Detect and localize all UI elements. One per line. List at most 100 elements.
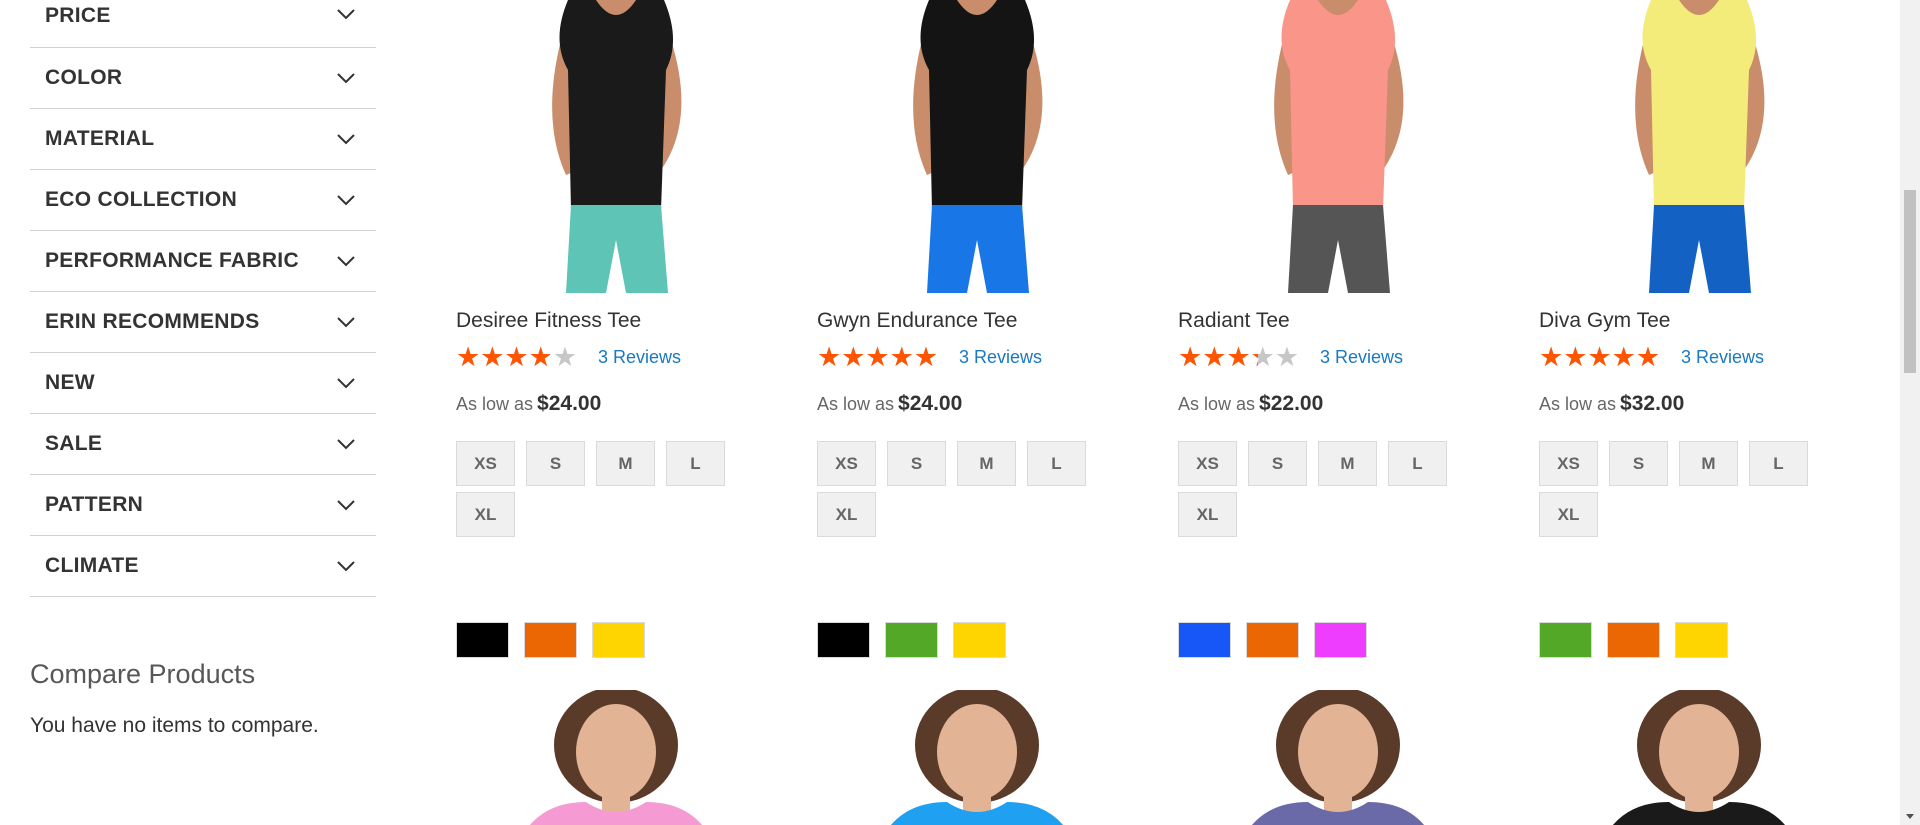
price-row: As low as $32.00 bbox=[1539, 392, 1859, 416]
filter-label: PERFORMANCE FABRIC bbox=[45, 249, 299, 272]
color-swatch[interactable] bbox=[1246, 622, 1299, 658]
size-option-xs[interactable]: XS bbox=[817, 441, 876, 486]
price-row: As low as $24.00 bbox=[456, 392, 776, 416]
reviews-link[interactable]: 3 Reviews bbox=[598, 347, 681, 368]
filter-sale[interactable]: SALE bbox=[30, 414, 376, 475]
color-swatches bbox=[456, 622, 660, 658]
product-card bbox=[1178, 690, 1498, 825]
filter-color[interactable]: COLOR bbox=[30, 48, 376, 109]
product-card: Radiant Tee ★★★★★★★★★★ 3 Reviews As low as$… bbox=[1178, 0, 1498, 658]
product-card: Diva Gym Tee ★★★★★ ★★★★★ 3 Reviews As low as… bbox=[1539, 0, 1859, 658]
color-swatch[interactable] bbox=[817, 622, 870, 658]
color-swatch[interactable] bbox=[456, 622, 509, 658]
size-option-l[interactable]: L bbox=[1027, 441, 1086, 486]
filter-label: ECO COLLECTION bbox=[45, 188, 238, 211]
filter-erin-recommends[interactable]: ERIN RECOMMENDS bbox=[30, 292, 376, 353]
product-image[interactable] bbox=[456, 0, 776, 293]
rating-stars: ★★★★★★★★★★ bbox=[817, 344, 951, 371]
color-swatch[interactable] bbox=[1539, 622, 1592, 658]
compare-products-title: Compare Products bbox=[30, 659, 256, 689]
filter-material[interactable]: MATERIAL bbox=[30, 109, 376, 170]
size-options: XS S M L XL bbox=[456, 441, 746, 543]
page-scrollbar[interactable] bbox=[1900, 0, 1920, 825]
price: $24.00 bbox=[898, 392, 963, 415]
filter-climate[interactable]: CLIMATE bbox=[30, 536, 376, 597]
filter-price[interactable]: PRICE bbox=[30, 0, 376, 48]
chevron-down-icon bbox=[336, 129, 356, 149]
product-image[interactable] bbox=[817, 0, 1137, 293]
price: $24.00 bbox=[537, 392, 602, 415]
star-filled-icon: ★★★★★ bbox=[1178, 344, 1258, 370]
filter-label: CLIMATE bbox=[45, 554, 139, 577]
product-image[interactable] bbox=[817, 690, 1137, 825]
price-prefix: As low as bbox=[817, 394, 895, 414]
filter-label: NEW bbox=[45, 371, 95, 394]
size-option-m[interactable]: M bbox=[1318, 441, 1377, 486]
color-swatch[interactable] bbox=[1607, 622, 1660, 658]
reviews-link[interactable]: 3 Reviews bbox=[959, 347, 1042, 368]
color-swatch[interactable] bbox=[524, 622, 577, 658]
product-card bbox=[1539, 690, 1859, 825]
color-swatch[interactable] bbox=[1314, 622, 1367, 658]
size-option-m[interactable]: M bbox=[1679, 441, 1738, 486]
rating-stars: ★★★★★★★★★★ bbox=[456, 344, 590, 371]
compare-products-block: Compare Products You have no items to co… bbox=[30, 659, 376, 738]
size-option-xs[interactable]: XS bbox=[1539, 441, 1598, 486]
size-option-m[interactable]: M bbox=[957, 441, 1016, 486]
color-swatch[interactable] bbox=[953, 622, 1006, 658]
color-swatches bbox=[1178, 622, 1382, 658]
price-prefix: As low as bbox=[1178, 394, 1256, 414]
filter-sidebar: PRICE COLOR MATERIAL ECO COLLECTION PERFORMA… bbox=[30, 0, 376, 738]
size-option-l[interactable]: L bbox=[666, 441, 725, 486]
size-option-s[interactable]: S bbox=[1609, 441, 1668, 486]
chevron-down-icon bbox=[336, 68, 356, 88]
color-swatch[interactable] bbox=[1675, 622, 1728, 658]
size-option-xl[interactable]: XL bbox=[817, 492, 876, 537]
size-option-xs[interactable]: XS bbox=[456, 441, 515, 486]
size-option-s[interactable]: S bbox=[887, 441, 946, 486]
size-option-m[interactable]: M bbox=[596, 441, 655, 486]
product-card: Gwyn Endurance Tee ★★★★★ ★★★★★ 3 Reviews As … bbox=[817, 0, 1137, 658]
product-image[interactable] bbox=[1539, 0, 1859, 293]
color-swatch[interactable] bbox=[1178, 622, 1231, 658]
chevron-down-icon bbox=[336, 434, 356, 454]
price: $22.00 bbox=[1259, 392, 1324, 415]
filter-pattern[interactable]: PATTERN bbox=[30, 475, 376, 536]
size-option-l[interactable]: L bbox=[1388, 441, 1447, 486]
filter-label: ERIN RECOMMENDS bbox=[45, 310, 260, 333]
size-option-s[interactable]: S bbox=[526, 441, 585, 486]
size-option-xl[interactable]: XL bbox=[1539, 492, 1598, 537]
scroll-down-arrow-icon[interactable] bbox=[1906, 814, 1914, 819]
size-option-s[interactable]: S bbox=[1248, 441, 1307, 486]
compare-empty-text: You have no items to compare. bbox=[30, 714, 319, 737]
product-image[interactable] bbox=[1178, 690, 1498, 825]
product-name-link[interactable]: Diva Gym Tee bbox=[1539, 309, 1859, 333]
size-option-l[interactable]: L bbox=[1749, 441, 1808, 486]
size-option-xl[interactable]: XL bbox=[1178, 492, 1237, 537]
size-option-xl[interactable]: XL bbox=[456, 492, 515, 537]
reviews-link[interactable]: 3 Reviews bbox=[1681, 347, 1764, 368]
color-swatch[interactable] bbox=[592, 622, 645, 658]
color-swatch[interactable] bbox=[885, 622, 938, 658]
reviews-link[interactable]: 3 Reviews bbox=[1320, 347, 1403, 368]
price-row: As low as $24.00 bbox=[817, 392, 1137, 416]
product-image[interactable] bbox=[456, 690, 776, 825]
product-name-link[interactable]: Gwyn Endurance Tee bbox=[817, 309, 1137, 333]
chevron-down-icon bbox=[336, 556, 356, 576]
filter-label: SALE bbox=[45, 432, 103, 455]
filter-eco-collection[interactable]: ECO COLLECTION bbox=[30, 170, 376, 231]
product-name-link[interactable]: Desiree Fitness Tee bbox=[456, 309, 776, 333]
product-name-link[interactable]: Radiant Tee bbox=[1178, 309, 1498, 333]
rating-row: ★★★★★★★★★★ 3 Reviews bbox=[1539, 344, 1859, 371]
price: $32.00 bbox=[1620, 392, 1685, 415]
filter-label: PRICE bbox=[45, 4, 111, 27]
filter-performance-fabric[interactable]: PERFORMANCE FABRIC bbox=[30, 231, 376, 292]
product-image[interactable] bbox=[1178, 0, 1498, 293]
size-option-xs[interactable]: XS bbox=[1178, 441, 1237, 486]
product-image[interactable] bbox=[1539, 690, 1859, 825]
color-swatches bbox=[1539, 622, 1743, 658]
star-filled-icon: ★★★★★ bbox=[1539, 344, 1660, 370]
scrollbar-thumb[interactable] bbox=[1904, 190, 1916, 373]
price-prefix: As low as bbox=[456, 394, 534, 414]
filter-new[interactable]: NEW bbox=[30, 353, 376, 414]
